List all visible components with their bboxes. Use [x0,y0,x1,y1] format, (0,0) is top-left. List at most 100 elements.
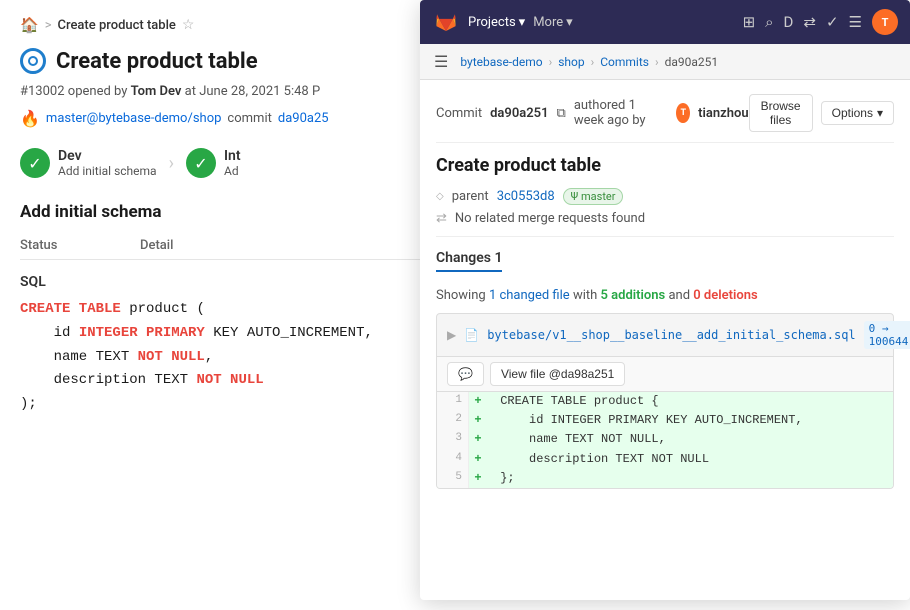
check-icon-int: ✓ [186,148,216,178]
home-icon[interactable]: 🏠 [20,16,39,34]
showing-label: Showing [436,288,489,303]
author-avatar: T [676,103,690,123]
file-folder-icon: 📄 [464,328,479,342]
issue-title: Create product table [56,49,258,74]
sep2: › [591,55,595,69]
breadcrumb-sep1: > [45,18,52,33]
nav-projects[interactable]: Projects ▾ [468,15,525,30]
additions-count: 5 additions [601,288,666,303]
user-avatar[interactable]: T [872,9,898,35]
plain-5: ); [20,396,37,412]
date-text: at June 28, 2021 5:48 P [185,84,321,99]
options-chevron: ▾ [877,106,883,120]
nav-more-label: More [533,15,563,30]
breadcrumb-current: Create product table [58,18,176,33]
diff-code-1: CREATE TABLE product { [487,392,893,411]
options-button[interactable]: Options ▾ [821,101,894,125]
plain-4a: description TEXT [20,372,196,388]
plain-1: product ( [121,301,205,317]
pipeline-stage-int: ✓ Int Ad [186,148,241,178]
nav-hash: da90a251 [665,55,719,69]
showing-text: Showing 1 changed file with 5 additions … [436,288,894,303]
issue-author: Tom Dev [131,84,182,99]
changed-file-link[interactable]: 1 changed file [489,288,570,303]
check-icon-dev: ✓ [20,148,50,178]
issue-status-icon [20,48,46,74]
secondary-nav: ☰ bytebase-demo › shop › Commits › da90a… [420,44,910,80]
commit-info: Commit da90a251 ⧉ authored 1 week ago by… [436,98,749,128]
nav-icons: ⊞ ⌕ D ⇄ ✓ ☰ T [743,9,898,35]
plain-2b: KEY AUTO_INCREMENT, [205,325,373,341]
file-path[interactable]: bytebase/v1__shop__baseline__add_initial… [487,328,855,342]
flame-icon: 🔥 [20,109,40,128]
diff-row-4: 4 + description TEXT NOT NULL [437,450,893,469]
commit-text: commit [227,111,271,126]
diff-sign-4: + [469,450,487,469]
commit-header: Commit da90a251 ⧉ authored 1 week ago by… [436,94,894,143]
gl-commit-title: Create product table [436,155,894,176]
browse-files-button[interactable]: Browse files [749,94,813,132]
parent-icon: ◇ [436,191,444,202]
diff-sign-1: + [469,392,487,411]
parent-row: ◇ parent 3c0553d8 Ψ master [436,188,894,205]
file-actions: 💬 View file @da98a251 [436,357,894,392]
diff-line-num-5: 5 [437,469,469,488]
gitlab-logo[interactable] [432,8,460,36]
diff-row-3: 3 + name TEXT NOT NULL, [437,430,893,449]
diff-row-2: 2 + id INTEGER PRIMARY KEY AUTO_INCREMEN… [437,411,893,430]
diff-line-num-4: 4 [437,450,469,469]
kw-integer: INTEGER PRIMARY [79,325,205,341]
nav-icon-merge[interactable]: ⇄ [803,13,816,31]
stage-name-dev: Dev [58,148,157,164]
view-file-button[interactable]: View file @da98a251 [490,362,625,386]
diff-code-3: name TEXT NOT NULL, [487,430,893,449]
author-name: tianzhou [698,106,748,121]
opened-by-text: opened by [68,84,131,99]
options-label: Options [832,106,873,120]
nav-icon-magnify[interactable]: ⌕ [765,13,773,31]
hamburger-icon[interactable]: ☰ [434,52,448,71]
and-text: and [668,288,693,303]
commit-hash[interactable]: da90a25 [278,111,329,126]
merge-icon: ⇄ [436,211,447,226]
diff-row-1: 1 + CREATE TABLE product { [437,392,893,411]
commit-label: Commit [436,106,482,121]
copy-icon[interactable]: ⧉ [557,106,566,121]
nav-icon-search[interactable]: ⊞ [743,13,756,31]
commit-hash-gl: da90a251 [490,106,548,121]
pipeline-stage-dev: ✓ Dev Add initial schema [20,148,157,178]
divider [436,236,894,237]
authored-text: authored 1 week ago by [574,98,669,128]
plain-2a: id [20,325,79,341]
issue-number: #13002 [20,84,65,99]
nav-icon-check[interactable]: ✓ [826,13,839,31]
nav-projects-chevron: ▾ [519,15,526,30]
changes-tab[interactable]: Changes 1 [436,250,502,272]
stage-sub-dev: Add initial schema [58,164,157,178]
star-icon[interactable]: ☆ [182,17,195,33]
merge-note: No related merge requests found [455,211,645,226]
diff-code-5: }; [487,469,893,488]
nav-repo[interactable]: shop [558,55,584,69]
diff-sign-3: + [469,430,487,449]
diff-code-2: id INTEGER PRIMARY KEY AUTO_INCREMENT, [487,411,893,430]
parent-hash[interactable]: 3c0553d8 [497,189,555,204]
nav-more-chevron: ▾ [566,15,573,30]
parent-label: parent [452,189,489,204]
nav-more[interactable]: More ▾ [533,15,572,30]
merge-row: ⇄ No related merge requests found [436,211,894,226]
nav-org[interactable]: bytebase-demo [460,55,542,69]
nav-projects-label: Projects [468,15,516,30]
plain-3a: name TEXT [20,349,138,365]
master-badge[interactable]: Ψ master [563,188,624,205]
diff-sign-5: + [469,469,487,488]
stage-name-int: Int [224,148,241,164]
circle-inner [28,56,38,66]
nav-commits[interactable]: Commits [600,55,649,69]
diff-line-num-2: 2 [437,411,469,430]
gitlab-nav: Projects ▾ More ▾ ⊞ ⌕ D ⇄ ✓ ☰ T [420,0,910,44]
diff-block: 1 + CREATE TABLE product { 2 + id INTEGE… [436,392,894,489]
nav-icon-menu[interactable]: ☰ [849,13,862,31]
comment-button[interactable]: 💬 [447,362,484,386]
nav-icon-d[interactable]: D [784,13,794,31]
